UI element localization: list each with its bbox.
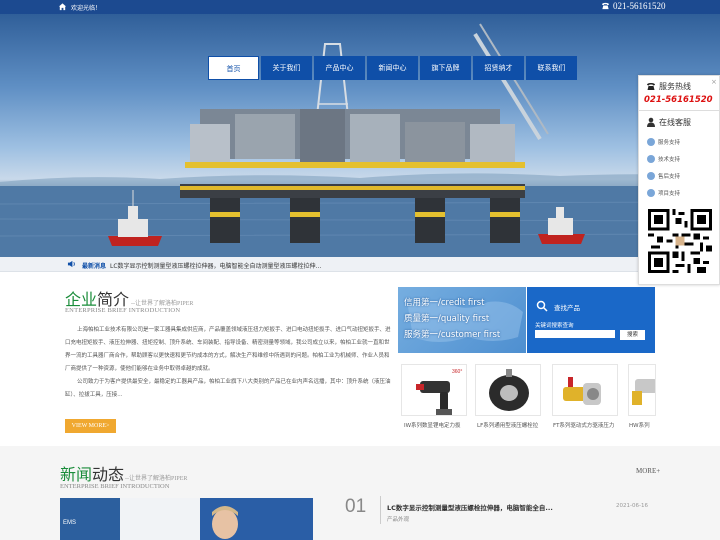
service-item-2[interactable]: 技术支持	[647, 155, 680, 163]
news-ticker-label: 最新消息	[82, 263, 107, 270]
news-title-a: 新闻	[60, 465, 93, 484]
service-item-1[interactable]: 服务支持	[647, 138, 680, 146]
oil-rig-illustration	[0, 23, 720, 257]
phone-number: 021-56161520	[613, 1, 666, 11]
news-more-link[interactable]: MORE+	[636, 467, 660, 475]
news-item-category: 产品外观	[387, 517, 410, 523]
news-subtitle: --让世界了解洛柏PIPER	[125, 476, 188, 482]
product-label-3[interactable]: FT系列驱动式方驱液压力	[553, 421, 623, 429]
credit-banner: 信用第一/credit first 质量第一/quality first 服务第…	[398, 287, 526, 353]
product-card-2[interactable]	[475, 364, 541, 416]
close-icon[interactable]: ×	[711, 78, 717, 86]
svg-text:EMS: EMS	[63, 520, 76, 526]
nav-contact[interactable]: 联系我们	[526, 56, 577, 80]
welcome-text: 欢迎光临！	[71, 5, 102, 12]
product-label-4[interactable]: HW系列	[629, 421, 656, 429]
news-item-title[interactable]: LC数字显示控制测量型液压螺栓拉伸器，电脑智能全自...	[387, 502, 553, 512]
service-side-panel: × 服务热线 021-56161520 在线客服 服务支持 技术支持 售后支持 …	[638, 75, 720, 285]
speaker-icon	[67, 260, 75, 268]
product-label-2[interactable]: LF系列通用型液压螺栓拉	[477, 421, 545, 429]
search-button[interactable]: 搜索	[620, 330, 645, 340]
product-search: 查找产品 关键词搜索查询 搜索	[527, 287, 655, 353]
nav-news[interactable]: 新闻中心	[367, 56, 418, 80]
news-image[interactable]: EMS	[60, 498, 313, 540]
qq-icon	[647, 138, 655, 146]
nav-about[interactable]: 关于我们	[261, 56, 312, 80]
service-item-label: 服务支持	[658, 140, 681, 146]
panel-divider	[639, 110, 720, 111]
banner-line-1: 信用第一/credit first	[404, 298, 485, 308]
nav-home[interactable]: 首页	[208, 56, 259, 80]
about-text: 上海帕柏工业技术有限公司是一家工器具集成供应商，产品覆盖领域液压扭力矩扳手、进口…	[65, 324, 391, 402]
qq-icon	[647, 172, 655, 180]
search-keyword-label: 关键词搜索查询	[535, 323, 574, 329]
product-image-1: 360°	[416, 369, 462, 415]
qr-code	[648, 209, 712, 273]
about-para-2: 公司致力于为客户提供最安全，最稳定的工器具产品，帕柏工业旗下八大类别的产品已在业…	[65, 379, 391, 398]
user-icon	[647, 117, 655, 127]
about-para-1: 上海帕柏工业技术有限公司是一家工器具集成供应商，产品覆盖领域液压扭力矩扳手、进口…	[65, 327, 391, 372]
home-icon[interactable]	[58, 2, 67, 11]
product-card-3[interactable]	[552, 364, 618, 416]
news-english: ENTERPRISE BRIEF INTRODUCTION	[60, 483, 170, 490]
news-item-date: 2021-06-16	[616, 503, 648, 509]
search-title: 查找产品	[554, 304, 580, 312]
news-ticker: 最新消息 LC数字显示控制测量型液压螺栓拉伸器，电脑智能全自动测量型液压螺栓拉伸…	[0, 257, 720, 272]
nav-brands[interactable]: 旗下品牌	[420, 56, 471, 80]
news-photo: EMS	[60, 498, 313, 540]
about-english: ENTERPRISE BRIEF INTRODUCTION	[65, 307, 181, 314]
search-input[interactable]	[535, 330, 615, 338]
product-label-1[interactable]: IW系列数显锂电定力扳	[404, 421, 470, 429]
news-title: 新闻动态--让世界了解洛柏PIPER	[60, 461, 187, 485]
product-card-1[interactable]: 360°	[401, 364, 467, 416]
service-item-4[interactable]: 项目支持	[647, 189, 680, 197]
product-image-4	[632, 379, 655, 405]
telephone-icon	[647, 83, 655, 90]
service-item-label: 项目支持	[658, 191, 681, 197]
product-card-4[interactable]	[628, 364, 656, 416]
search-icon	[536, 300, 548, 312]
service-item-label: 售后支持	[658, 174, 681, 180]
hotline-label: 服务热线	[659, 82, 691, 91]
news-item-number: 01	[345, 496, 367, 517]
product-image-2	[489, 369, 529, 411]
news-ticker-text[interactable]: LC数字显示控制测量型液压螺栓拉伸器，电脑智能全自动测量型液压螺栓拉伸...	[110, 261, 330, 270]
product-image-3	[563, 377, 601, 405]
svg-text:360°: 360°	[452, 369, 462, 375]
qq-icon	[647, 155, 655, 163]
view-more-button[interactable]: VIEW MORE>	[65, 419, 116, 433]
qq-icon	[647, 189, 655, 197]
top-phone: 021-56161520	[601, 1, 666, 11]
main-nav: 首页 关于我们 产品中心 新闻中心 旗下品牌 招贤纳才 联系我们	[208, 56, 577, 80]
hotline-number: 021-56161520	[644, 95, 713, 105]
top-bar: 欢迎光临！ 021-56161520	[0, 0, 720, 14]
banner-line-3: 服务第一/customer first	[404, 330, 501, 340]
nav-careers[interactable]: 招贤纳才	[473, 56, 524, 80]
news-divider	[380, 496, 381, 524]
nav-products[interactable]: 产品中心	[314, 56, 365, 80]
banner-line-2: 质量第一/quality first	[404, 314, 490, 324]
online-service-label: 在线客服	[659, 118, 691, 127]
phone-icon	[601, 2, 610, 10]
service-item-label: 技术支持	[658, 157, 681, 163]
service-item-3[interactable]: 售后支持	[647, 172, 680, 180]
news-title-b: 动态	[92, 465, 125, 484]
hero-banner: 首页 关于我们 产品中心 新闻中心 旗下品牌 招贤纳才 联系我们	[0, 14, 720, 257]
